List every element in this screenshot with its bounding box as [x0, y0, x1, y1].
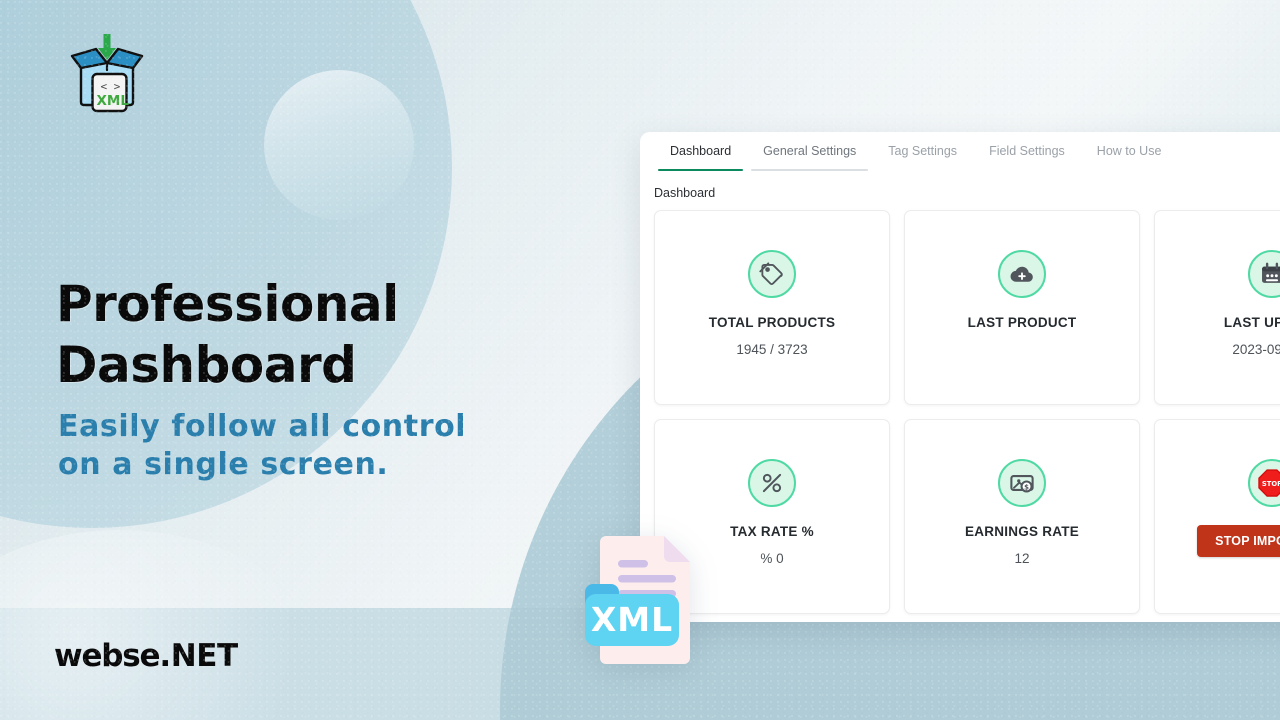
- tab-dashboard-label: Dashboard: [670, 144, 732, 158]
- card-value: % 0: [760, 551, 784, 566]
- tab-general-settings[interactable]: General Settings: [747, 132, 872, 171]
- card-label: EARNINGS RATE: [964, 524, 1079, 539]
- card-value: 2023-09-11 1: [1232, 342, 1280, 357]
- percent-icon: [748, 459, 796, 507]
- cloud-plus-icon: [998, 250, 1046, 298]
- product-logo: < > XML: [68, 32, 146, 118]
- tag-icon: [748, 250, 796, 298]
- page-title: Dashboard: [654, 186, 716, 200]
- xml-document-illustration: XML: [576, 528, 708, 670]
- page-subheadline: Easily follow all control on a single sc…: [58, 408, 598, 484]
- page-headline: Professional Dashboard: [56, 274, 596, 396]
- panel-body: Dashboard TOTAL PRODUCTS 1945 / 3723 LAS…: [640, 172, 1280, 622]
- xml-file-icon: XML: [585, 536, 690, 664]
- subheadline-line-1: Easily follow all control: [58, 409, 467, 444]
- tab-how-to-use-underline: [1085, 169, 1174, 172]
- card-label: LAST UPDATE: [1223, 315, 1280, 330]
- tab-tag-settings-underline: [876, 169, 969, 172]
- card-earnings-rate: $ EARNINGS RATE 12: [904, 419, 1140, 614]
- stop-import-button[interactable]: STOP IMPORT & D: [1197, 525, 1280, 557]
- headline-line-2: Dashboard: [56, 336, 357, 394]
- brand-suffix: .NET: [159, 638, 238, 674]
- brand-logo: webse.NET: [54, 638, 238, 674]
- tab-dashboard-underline: [658, 168, 744, 171]
- svg-text:XML: XML: [97, 93, 130, 109]
- card-total-products: TOTAL PRODUCTS 1945 / 3723: [654, 210, 890, 405]
- svg-text:XML: XML: [591, 600, 673, 639]
- svg-text:STOP: STOP: [1262, 480, 1280, 488]
- card-stop-import: STOP STOP IMPORT & D: [1154, 419, 1280, 614]
- card-last-product: LAST PRODUCT: [904, 210, 1140, 405]
- svg-text:$: $: [1024, 484, 1029, 492]
- tab-bar: Dashboard General Settings Tag Settings …: [640, 132, 1280, 172]
- application-window: Dashboard General Settings Tag Settings …: [640, 132, 1280, 622]
- tab-field-settings[interactable]: Field Settings: [973, 132, 1081, 171]
- tab-general-settings-label: General Settings: [763, 144, 857, 158]
- tab-how-to-use[interactable]: How to Use: [1081, 132, 1178, 171]
- tab-tag-settings[interactable]: Tag Settings: [872, 132, 973, 171]
- tab-field-settings-label: Field Settings: [989, 144, 1065, 158]
- card-label: TAX RATE %: [730, 524, 814, 539]
- money-dollar-icon: $: [998, 459, 1046, 507]
- xml-box-logo-icon: < > XML: [70, 34, 144, 113]
- tab-how-to-use-label: How to Use: [1096, 144, 1162, 158]
- card-last-update: LAST UPDATE 2023-09-11 1: [1154, 210, 1280, 405]
- promotional-screenshot: < > XML Professional Dashboard Easily fo…: [0, 0, 1280, 720]
- tab-tag-settings-label: Tag Settings: [888, 144, 958, 158]
- brand-name: webse: [54, 638, 161, 674]
- tab-dashboard[interactable]: Dashboard: [654, 132, 747, 171]
- card-value: 12: [1014, 551, 1030, 566]
- calendar-icon: [1248, 250, 1280, 298]
- svg-text:< >: < >: [101, 80, 121, 93]
- metric-card-grid: TOTAL PRODUCTS 1945 / 3723 LAST PRODUCT: [654, 210, 1280, 614]
- tab-general-settings-underline: [751, 168, 869, 171]
- stop-sign-icon: STOP: [1248, 459, 1280, 507]
- headline-line-1: Professional: [56, 275, 399, 333]
- subheadline-line-2: on a single screen.: [58, 447, 389, 482]
- card-label: TOTAL PRODUCTS: [708, 315, 836, 330]
- tab-field-settings-underline: [977, 169, 1077, 172]
- promo-column: < > XML Professional Dashboard Easily fo…: [0, 0, 640, 720]
- card-label: LAST PRODUCT: [967, 315, 1077, 330]
- card-value: 1945 / 3723: [736, 342, 808, 357]
